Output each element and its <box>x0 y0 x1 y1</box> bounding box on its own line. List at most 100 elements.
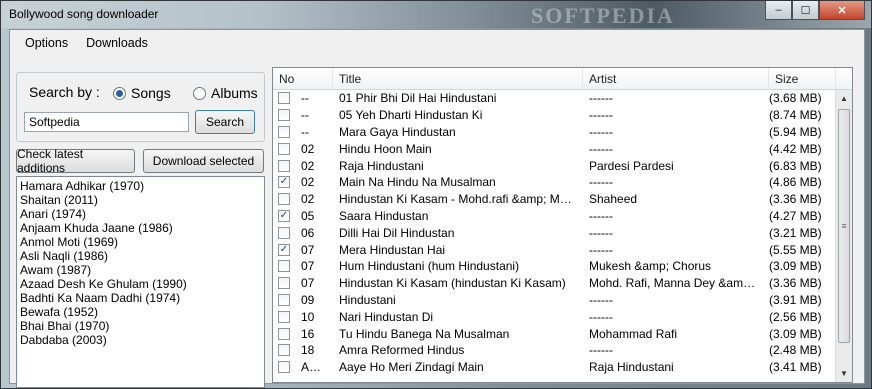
table-row[interactable]: ✓ 07 Mera Hindustan Hai ------ (5.55 MB) <box>273 241 836 258</box>
menu-downloads[interactable]: Downloads <box>77 36 157 50</box>
album-item[interactable]: Azaad Desh Ke Ghulam (1990) <box>20 277 261 291</box>
table-row[interactable]: 16 Tu Hindu Banega Na Musalman Mohammad Ra… <box>273 325 836 342</box>
album-item[interactable]: Anmol Moti (1969) <box>20 235 261 249</box>
scroll-down-icon[interactable]: ▼ <box>836 365 852 382</box>
row-no: Aamir <box>301 360 333 375</box>
row-artist: ------ <box>589 141 613 156</box>
row-title: Hindustan Ki Kasam (hindustan Ki Kasam) <box>339 276 566 291</box>
row-no: -- <box>301 124 309 139</box>
row-no: 06 <box>301 225 315 240</box>
minimize-button[interactable]: – <box>765 1 792 20</box>
row-title: Main Na Hindu Na Musalman <box>339 175 496 190</box>
table-row[interactable]: ✓ 02 Main Na Hindu Na Musalman ------ (4.86 … <box>273 174 836 191</box>
column-size[interactable]: Size <box>769 68 836 89</box>
check-latest-button[interactable]: Check latest additions <box>16 147 135 175</box>
row-size: (3.41 MB) <box>769 360 822 375</box>
row-checkbox[interactable] <box>278 277 290 290</box>
table-row[interactable]: -- 05 Yeh Dharti Hindustan Ki ------ (8.74 … <box>273 107 836 124</box>
search-button[interactable]: Search <box>195 110 255 134</box>
title-bar[interactable]: Bollywood song downloader SOFTPEDIA – ☐ … <box>1 1 871 28</box>
album-item[interactable]: Bhai Bhai (1970) <box>20 319 261 333</box>
row-checkbox[interactable] <box>278 310 290 323</box>
row-title: Hindu Hoon Main <box>339 141 432 156</box>
table-row[interactable]: Aamir Aaye Ho Meri Zindagi Main Raja Hindu… <box>273 359 836 376</box>
album-item[interactable]: Awam (1987) <box>20 263 261 277</box>
table-row[interactable]: 09 Hindustani ------ (3.91 MB) <box>273 292 836 309</box>
album-item[interactable]: Shaitan (2011) <box>20 193 261 207</box>
row-no: 02 <box>301 192 315 207</box>
row-checkbox[interactable] <box>278 125 290 138</box>
row-checkbox[interactable] <box>278 142 290 155</box>
row-title: Mara Gaya Hindustan <box>339 124 456 139</box>
row-title: Hum Hindustani (hum Hindustani) <box>339 259 520 274</box>
album-item[interactable]: Anari (1974) <box>20 207 261 221</box>
table-body: -- 01 Phir Bhi Dil Hai Hindustani ------ (3… <box>273 90 836 376</box>
download-selected-button[interactable]: Download selected <box>143 149 264 173</box>
row-no: 18 <box>301 343 315 358</box>
row-checkbox[interactable] <box>278 109 290 122</box>
row-artist: ------ <box>589 175 613 190</box>
table-row[interactable]: 10 Nari Hindustan Di ------ (2.56 MB) <box>273 308 836 325</box>
row-checkbox[interactable] <box>278 344 290 357</box>
row-checkbox[interactable] <box>278 293 290 306</box>
table-row[interactable]: -- 01 Phir Bhi Dil Hai Hindustani ------ (3… <box>273 90 836 107</box>
search-group: Search by : Songs Albums Search <box>16 72 265 142</box>
album-item[interactable]: Badhti Ka Naam Dadhi (1974) <box>20 291 261 305</box>
row-checkbox[interactable] <box>278 193 290 206</box>
row-checkbox[interactable] <box>278 260 290 273</box>
table-row[interactable]: 06 Dilli Hai Dil Hindustan ------ (3.21 MB) <box>273 224 836 241</box>
radio-albums-dot[interactable] <box>193 86 206 100</box>
scroll-up-icon[interactable]: ▲ <box>836 90 852 107</box>
window-controls: – ☐ ✕ <box>765 1 865 20</box>
column-no[interactable]: No <box>273 68 333 89</box>
row-no: 07 <box>301 259 315 274</box>
table-row[interactable]: -- Mara Gaya Hindustan ------ (5.94 MB) <box>273 124 836 141</box>
row-no: 10 <box>301 309 315 324</box>
row-checkbox[interactable] <box>278 361 290 374</box>
maximize-button[interactable]: ☐ <box>792 1 819 20</box>
row-title: Mera Hindustan Hai <box>339 242 446 257</box>
radio-albums[interactable]: Albums <box>193 85 258 101</box>
table-row[interactable]: 02 Raja Hindustani Pardesi Pardesi (6.83 MB… <box>273 157 836 174</box>
row-checkbox[interactable] <box>278 92 290 105</box>
search-input[interactable] <box>24 112 189 132</box>
row-checkbox[interactable]: ✓ <box>278 243 290 256</box>
album-item[interactable]: Asli Naqli (1986) <box>20 249 261 263</box>
table-row[interactable]: 02 Hindu Hoon Main ------ (4.42 MB) <box>273 140 836 157</box>
row-artist: ------ <box>589 242 613 257</box>
album-item[interactable]: Anjaam Khuda Jaane (1986) <box>20 221 261 235</box>
client-area: Options Downloads Search by : Songs Albu… <box>9 29 865 388</box>
row-no: 16 <box>301 326 315 341</box>
column-artist[interactable]: Artist <box>583 68 769 89</box>
table-row[interactable]: ✓ 05 Saara Hindustan ------ (4.27 MB) <box>273 208 836 225</box>
table-row[interactable]: 07 Hum Hindustani (hum Hindustani) Mukesh … <box>273 258 836 275</box>
radio-songs-dot[interactable] <box>113 86 126 100</box>
row-no: 05 <box>301 208 315 223</box>
table-row[interactable]: 07 Hindustan Ki Kasam (hindustan Ki Kasam… <box>273 275 836 292</box>
album-item[interactable]: Hamara Adhikar (1970) <box>20 179 261 193</box>
row-title: Tu Hindu Banega Na Musalman <box>339 326 510 341</box>
column-title[interactable]: Title <box>333 68 583 89</box>
row-title: 01 Phir Bhi Dil Hai Hindustani <box>339 91 497 106</box>
row-checkbox[interactable]: ✓ <box>278 209 290 222</box>
album-item[interactable]: Dabdaba (2003) <box>20 333 261 347</box>
table-row[interactable]: 02 Hindustan Ki Kasam - Mohd.rafi &amp; M… <box>273 191 836 208</box>
row-checkbox[interactable] <box>278 159 290 172</box>
row-artist: ------ <box>589 208 613 223</box>
row-checkbox[interactable]: ✓ <box>278 176 290 189</box>
table-row[interactable]: 18 Amra Reformed Hindus ------ (2.48 MB) <box>273 342 836 359</box>
row-checkbox[interactable] <box>278 226 290 239</box>
menu-options[interactable]: Options <box>16 36 77 50</box>
scroll-thumb[interactable]: ≡ <box>838 109 850 343</box>
row-artist: Pardesi Pardesi <box>589 158 674 173</box>
row-size: (4.27 MB) <box>769 208 822 223</box>
row-artist: Shaheed <box>589 192 638 207</box>
album-list[interactable]: Hamara Adhikar (1970) Shaitan (2011) Anari… <box>16 176 265 388</box>
row-artist: ------ <box>589 91 613 106</box>
radio-songs[interactable]: Songs <box>113 85 171 101</box>
vertical-scrollbar[interactable]: ▲ ≡ ▼ <box>835 90 852 382</box>
close-button[interactable]: ✕ <box>819 1 865 20</box>
row-no: 07 <box>301 276 315 291</box>
row-checkbox[interactable] <box>278 327 290 340</box>
album-item[interactable]: Bewafa (1952) <box>20 305 261 319</box>
